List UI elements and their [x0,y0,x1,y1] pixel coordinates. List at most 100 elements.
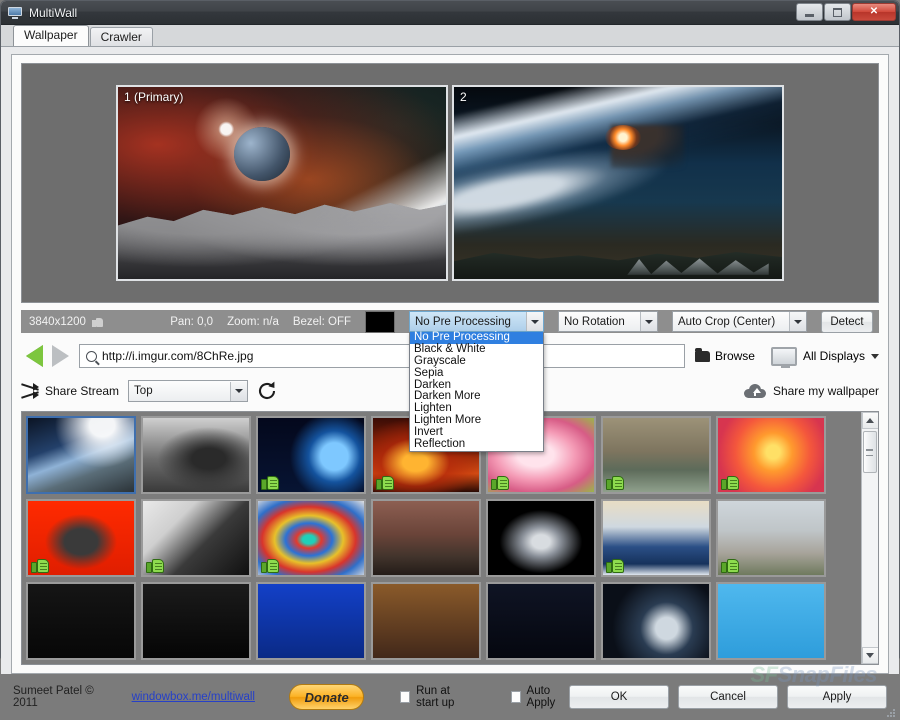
planet-sphere [234,127,291,182]
monitor-preview-area[interactable]: 1 (Primary) 2 [21,63,879,303]
scrollbar-thumb[interactable] [862,431,877,473]
maximize-button[interactable] [824,3,851,21]
preview-status-bar: 3840x1200 Pan: 0,0 Zoom: n/a Bezel: OFF … [21,310,879,452]
dropdown-option-9[interactable]: Reflection [410,438,543,451]
thumbnail-great-wave[interactable] [601,499,711,577]
resolution-label: 3840x1200 [29,315,86,328]
url-value: http://i.imgur.com/8ChRe.jpg [102,349,254,363]
dropdown-option-2[interactable]: Grayscale [410,355,543,368]
share-my-wallpaper-button[interactable]: Share my wallpaper [743,384,879,398]
display-selector[interactable]: All Displays [770,346,879,368]
search-icon [86,350,97,362]
monitor-group: 1 (Primary) 2 [116,85,784,281]
dropdown-option-3[interactable]: Sepia [410,367,543,380]
detect-button[interactable]: Detect [821,310,873,333]
thumbs-up-badge-icon[interactable] [721,556,739,573]
thumbnail-night-row-5[interactable] [486,582,596,660]
thumbnail-dark-row-2[interactable] [141,582,251,660]
tab-crawler[interactable]: Crawler [89,27,153,46]
display-selector-label: All Displays [802,349,865,363]
auto-apply-checkbox[interactable]: Auto Apply [510,685,569,709]
website-link[interactable]: windowbox.me/multiwall [132,691,255,703]
url-input[interactable]: http://i.imgur.com/8ChRe.jpg [79,344,685,368]
thumbnail-blue-row-3[interactable] [256,582,366,660]
scroll-up-button[interactable] [861,412,878,429]
apply-button[interactable]: Apply [787,685,887,709]
shuffle-icon[interactable] [21,383,39,399]
share-stream-label: Share Stream [45,384,120,398]
ok-button[interactable]: OK [569,685,669,709]
checkbox-box[interactable] [510,691,521,703]
background-color-swatch[interactable] [365,310,395,333]
thumbnail-rorschach-noir[interactable] [141,416,251,494]
thumbs-up-badge-icon[interactable] [606,556,624,573]
thumbs-up-badge-icon[interactable] [146,556,164,573]
thumbs-up-badge-icon[interactable] [721,473,739,490]
thumbnail-dark-row-1[interactable] [26,582,136,660]
thumbnail-rust-ruins[interactable] [371,499,481,577]
bezel-label: Bezel: OFF [292,315,351,328]
chevron-down-icon[interactable] [789,312,806,331]
chevron-down-icon[interactable] [640,312,657,331]
chevron-down-icon[interactable] [230,381,248,401]
thumbnail-earth-horizon[interactable] [26,416,136,494]
pan-label: Pan: 0,0 [170,315,214,328]
cancel-button[interactable]: Cancel [678,685,778,709]
wallpaper-panel: 1 (Primary) 2 3840x1200 Pan: 0,0 Zoom: n… [11,54,889,674]
close-button[interactable]: ✕ [852,3,896,21]
share-my-wallpaper-label: Share my wallpaper [772,384,879,398]
resize-grip[interactable] [885,707,895,717]
thumbnail-globe-row-6[interactable] [601,582,711,660]
thumbnail-paint-swirl[interactable] [256,499,366,577]
action-buttons: OK Cancel Apply [569,685,887,709]
thumbnail-typewriter[interactable] [141,499,251,577]
thumbnail-red-warrior[interactable] [26,499,136,577]
monitor-label-2: 2 [460,90,467,104]
auto-apply-label: Auto Apply [526,685,556,709]
thumbs-up-badge-icon[interactable] [606,473,624,490]
tab-wallpaper[interactable]: Wallpaper [13,25,89,46]
thumbnail-roman-baths[interactable] [601,416,711,494]
share-stream-combo[interactable]: Top [128,380,249,402]
donate-button[interactable]: Donate [288,684,365,710]
thumbnail-safari-sunset[interactable] [716,416,826,494]
refresh-icon[interactable] [256,380,278,402]
app-window: MultiWall ✕ Wallpaper Crawler 1 (Primary… [0,0,900,717]
cloud-upload-icon [743,384,766,398]
gallery-scrollbar[interactable] [861,412,878,664]
scrollbar-track[interactable] [861,429,878,647]
back-arrow-icon[interactable] [21,345,47,367]
rotation-combo[interactable]: No Rotation [558,311,658,332]
thumbnail-amber-row-4[interactable] [371,582,481,660]
preprocessing-dropdown[interactable]: No Pre Processing Black & White Grayscal… [409,331,544,452]
thumbnail-star-destroyer[interactable] [486,499,596,577]
rotation-value: No Rotation [564,315,625,328]
thumbs-up-icon[interactable] [91,316,103,327]
thumbs-up-badge-icon[interactable] [261,556,279,573]
folder-icon [694,347,710,362]
monitor-icon [770,346,797,368]
monitor-preview-1[interactable]: 1 (Primary) [116,85,448,281]
thumbs-up-badge-icon[interactable] [376,473,394,490]
scroll-down-button[interactable] [861,647,878,664]
preprocessing-combo[interactable]: No Pre Processing [409,311,544,332]
checkbox-box[interactable] [400,691,411,703]
monitor-preview-2[interactable]: 2 [452,85,784,281]
thumbs-up-badge-icon[interactable] [261,473,279,490]
dropdown-option-1[interactable]: Black & White [410,343,543,356]
run-at-startup-checkbox[interactable]: Run at start up [400,685,475,709]
chevron-down-icon[interactable] [871,353,879,359]
zoom-label: Zoom: n/a [227,315,279,328]
chevron-down-icon[interactable] [526,312,543,331]
thumbs-up-badge-icon[interactable] [31,556,49,573]
thumbnail-sky-row-7[interactable] [716,582,826,660]
minimize-button[interactable] [796,3,823,21]
thumbnail-taj-mahal[interactable] [716,499,826,577]
client-area: 1 (Primary) 2 3840x1200 Pan: 0,0 Zoom: n… [1,47,899,687]
tab-strip: Wallpaper Crawler [1,25,899,47]
forward-arrow-icon[interactable] [47,345,73,367]
thumbs-up-badge-icon[interactable] [491,473,509,490]
browse-button[interactable]: Browse [688,344,761,368]
crop-combo[interactable]: Auto Crop (Center) [672,311,807,332]
thumbnail-blue-planet[interactable] [256,416,366,494]
